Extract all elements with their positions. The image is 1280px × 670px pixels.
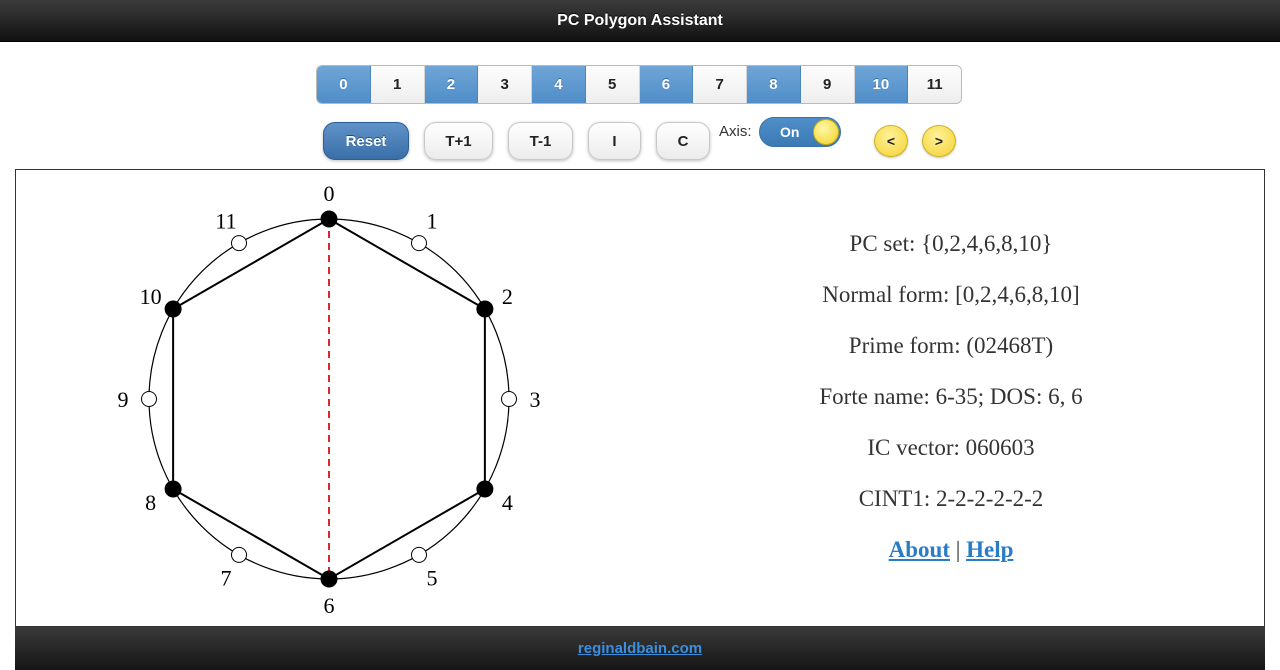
pc-label-6: 6 [324, 593, 335, 618]
pc-label-5: 5 [427, 565, 438, 590]
pc-label-3: 3 [530, 387, 541, 412]
pc-label-11: 11 [215, 209, 236, 234]
pc-label-8: 8 [145, 490, 156, 515]
about-link[interactable]: About [889, 537, 950, 562]
pitch-class-selector: 0 1 2 3 4 5 6 7 8 9 10 11 [316, 65, 962, 104]
axis-toggle[interactable]: On [759, 117, 841, 147]
pc-label-4: 4 [502, 490, 513, 515]
next-button[interactable]: > [922, 125, 956, 157]
pc-button-6[interactable]: 6 [639, 66, 694, 103]
pc-node-1[interactable] [411, 235, 427, 252]
pc-node-6[interactable] [320, 570, 338, 588]
main-panel: 0 1 2 3 4 5 6 7 8 9 10 11 PC set: {0,2,4,6,8,10} No… [15, 169, 1265, 627]
pc-button-10[interactable]: 10 [854, 66, 909, 103]
transpose-down-button[interactable]: T-1 [508, 122, 573, 160]
pc-button-4[interactable]: 4 [532, 66, 586, 103]
info-links: About | Help [706, 524, 1196, 575]
pc-node-0[interactable] [320, 210, 338, 228]
pc-node-8[interactable] [164, 480, 182, 498]
pc-button-3[interactable]: 3 [478, 66, 532, 103]
pc-button-7[interactable]: 7 [693, 66, 747, 103]
app-footer: reginaldbain.com [15, 627, 1265, 670]
invert-button[interactable]: I [588, 122, 641, 160]
normal-form-text: Normal form: [0,2,4,6,8,10] [822, 282, 1080, 307]
pc-node-7[interactable] [231, 546, 247, 563]
pc-label-1: 1 [427, 209, 438, 234]
pc-button-1[interactable]: 1 [370, 66, 425, 103]
pc-label-0: 0 [324, 181, 335, 206]
pc-node-11[interactable] [231, 235, 247, 252]
previous-button[interactable]: < [874, 125, 908, 157]
app-header: PC Polygon Assistant [0, 0, 1280, 42]
reset-button[interactable]: Reset [323, 122, 409, 160]
axis-label: Axis: [719, 123, 752, 140]
complement-button[interactable]: C [656, 122, 710, 160]
ic-vector-text: IC vector: 060603 [867, 435, 1035, 460]
pc-button-9[interactable]: 9 [800, 66, 855, 103]
app-title: PC Polygon Assistant [557, 11, 723, 29]
pc-button-5[interactable]: 5 [585, 66, 640, 103]
pc-button-8[interactable]: 8 [747, 66, 801, 103]
pitch-class-clock: 0 1 2 3 4 5 6 7 8 9 10 11 [118, 181, 541, 618]
pc-label-2: 2 [502, 284, 513, 309]
footer-link[interactable]: reginaldbain.com [578, 640, 702, 657]
pc-node-2[interactable] [476, 300, 494, 318]
link-separator: | [955, 537, 961, 562]
axis-toggle-state: On [780, 124, 800, 140]
help-link[interactable]: Help [966, 537, 1013, 562]
prime-form-text: Prime form: (02468T) [848, 333, 1054, 358]
pc-button-0[interactable]: 0 [317, 66, 371, 103]
pc-node-3[interactable] [501, 391, 517, 407]
transpose-up-button[interactable]: T+1 [424, 122, 493, 160]
forte-name-text: Forte name: 6-35; DOS: 6, 6 [819, 384, 1083, 409]
pc-label-9: 9 [118, 387, 129, 412]
pc-node-4[interactable] [476, 480, 494, 498]
pc-node-9[interactable] [141, 391, 157, 407]
pc-button-11[interactable]: 11 [908, 66, 961, 103]
cint-text: CINT1: 2-2-2-2-2-2 [858, 486, 1044, 511]
pc-label-10: 10 [140, 284, 162, 309]
pc-set-text: PC set: {0,2,4,6,8,10} [849, 231, 1053, 256]
pc-node-5[interactable] [411, 546, 427, 563]
set-info: PC set: {0,2,4,6,8,10} Normal form: [0,2… [706, 218, 1196, 575]
pc-label-7: 7 [221, 565, 232, 590]
toggle-knob [813, 119, 839, 145]
pc-button-2[interactable]: 2 [424, 66, 479, 103]
pc-node-10[interactable] [164, 300, 182, 318]
